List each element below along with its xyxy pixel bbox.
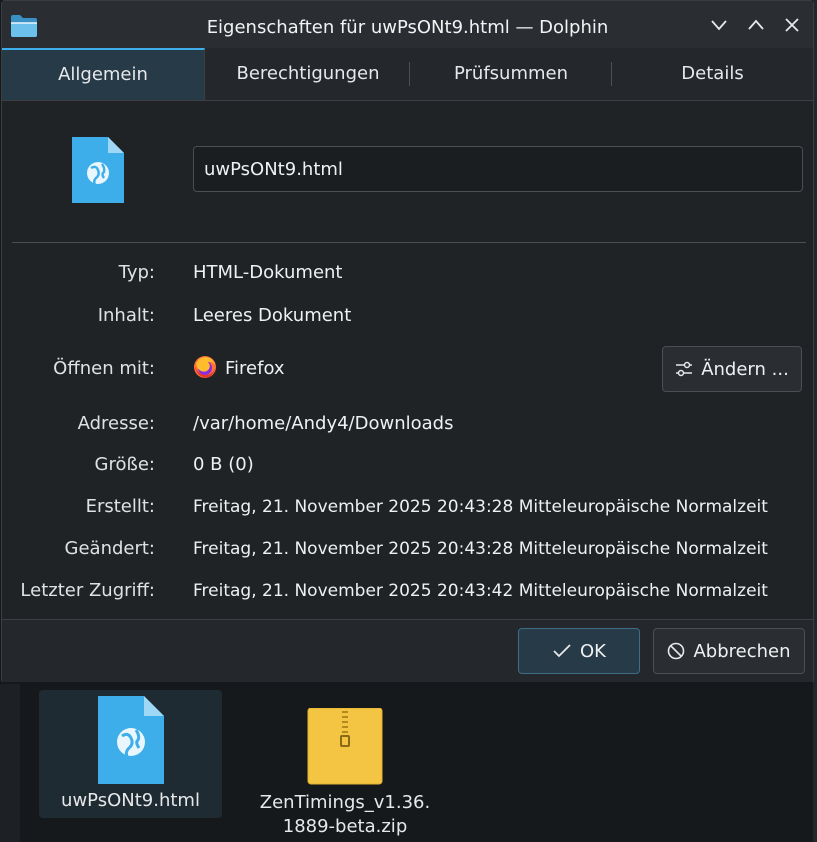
desktop-item-label-line2: 1889-beta.zip <box>282 816 408 837</box>
divider <box>12 242 806 243</box>
change-button-label: Ändern ... <box>701 358 789 380</box>
open-with-value: Firefox <box>193 354 285 384</box>
created-value: Freitag, 21. November 2025 20:43:28 Mitt… <box>193 497 768 517</box>
properties-dialog: Eigenschaften für uwPsONt9.html — Dolphi… <box>1 0 814 682</box>
general-tab-panel: Typ: HTML-Dokument Inhalt: Leeres Dokume… <box>2 101 813 619</box>
firefox-icon <box>194 356 216 378</box>
type-value: HTML-Dokument <box>193 262 343 283</box>
settings-sliders-icon <box>676 361 693 377</box>
modified-label: Geändert: <box>64 538 155 559</box>
address-row: Adresse: /var/home/Andy4/Downloads <box>2 409 813 439</box>
maximize-button[interactable] <box>746 15 766 35</box>
accessed-value: Freitag, 21. November 2025 20:43:42 Mitt… <box>193 581 768 601</box>
tab-allgemein[interactable]: Allgemein <box>2 48 205 100</box>
tab-pruefsummen[interactable]: Prüfsummen <box>410 48 612 100</box>
open-with-label: Öffnen mit: <box>53 358 155 379</box>
content-label: Inhalt: <box>97 305 155 326</box>
created-label: Erstellt: <box>85 496 155 517</box>
address-label: Adresse: <box>77 413 155 434</box>
desktop-item-html-file[interactable]: uwPsONt9.html <box>39 690 222 818</box>
size-label: Größe: <box>94 454 155 475</box>
change-app-button[interactable]: Ändern ... <box>662 346 802 392</box>
tab-details[interactable]: Details <box>612 48 813 100</box>
content-row: Inhalt: Leeres Dokument <box>2 301 813 331</box>
accessed-row: Letzter Zugriff: Freitag, 21. November 2… <box>2 576 813 606</box>
html-file-icon <box>72 137 124 203</box>
open-with-app-name: Firefox <box>225 358 285 379</box>
file-view-sidebar-edge <box>0 684 20 842</box>
size-value: 0 B (0) <box>193 454 254 475</box>
tab-bar: Allgemein Berechtigungen Prüfsummen Deta… <box>2 48 813 101</box>
minimize-button[interactable] <box>709 15 729 35</box>
created-row: Erstellt: Freitag, 21. November 2025 20:… <box>2 492 813 522</box>
ok-button-label: OK <box>580 640 606 662</box>
desktop-item-label: uwPsONt9.html <box>61 790 200 811</box>
accessed-label: Letzter Zugriff: <box>20 580 155 601</box>
desktop-item-zip-file[interactable]: ZenTimings_v1.36. 1889-beta.zip <box>250 690 440 842</box>
title-bar[interactable]: Eigenschaften für uwPsONt9.html — Dolphi… <box>2 1 813 49</box>
ok-button[interactable]: OK <box>518 628 640 674</box>
type-row: Typ: HTML-Dokument <box>2 258 813 288</box>
size-row: Größe: 0 B (0) <box>2 450 813 480</box>
checkmark-icon <box>553 644 571 658</box>
address-value: /var/home/Andy4/Downloads <box>193 413 454 434</box>
tab-berechtigungen[interactable]: Berechtigungen <box>206 48 410 100</box>
content-value: Leeres Dokument <box>193 305 352 326</box>
close-button[interactable] <box>782 15 802 35</box>
zip-archive-icon <box>307 707 383 785</box>
dialog-button-bar: OK Abbrechen <box>2 619 813 682</box>
modified-row: Geändert: Freitag, 21. November 2025 20:… <box>2 534 813 564</box>
cancel-icon <box>668 642 685 660</box>
cancel-button[interactable]: Abbrechen <box>653 628 805 674</box>
html-file-icon <box>97 696 164 784</box>
desktop-item-label-line1: ZenTimings_v1.36. <box>259 792 431 813</box>
type-label: Typ: <box>118 262 155 283</box>
cancel-button-label: Abbrechen <box>693 640 791 662</box>
filename-input[interactable] <box>193 146 803 192</box>
window-title: Eigenschaften für uwPsONt9.html — Dolphi… <box>206 17 609 38</box>
modified-value: Freitag, 21. November 2025 20:43:28 Mitt… <box>193 539 768 559</box>
